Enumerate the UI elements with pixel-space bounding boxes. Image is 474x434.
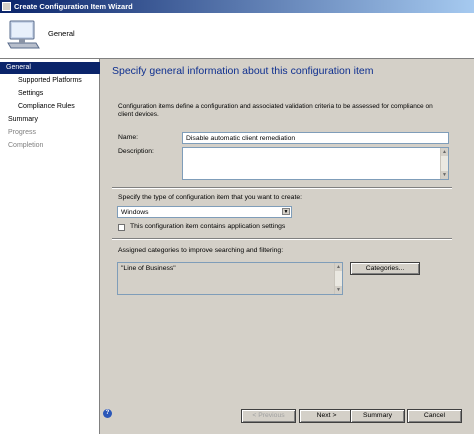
categories-scrollbar[interactable]: ▲ ▼	[334, 263, 342, 294]
scroll-up-icon[interactable]: ▲	[335, 263, 342, 271]
wizard-header: General	[0, 13, 474, 59]
nav-item-general[interactable]: General	[0, 62, 100, 74]
chevron-down-icon[interactable]: ▼	[282, 208, 290, 215]
scroll-down-icon[interactable]: ▼	[335, 286, 342, 294]
nav-item-settings[interactable]: Settings	[0, 88, 100, 100]
description-field[interactable]: ▲ ▼	[182, 147, 449, 180]
divider	[112, 187, 452, 189]
categories-label: Assigned categories to improve searching…	[118, 247, 284, 254]
computer-icon	[7, 20, 40, 49]
scroll-up-icon[interactable]: ▲	[441, 148, 448, 156]
scroll-down-icon[interactable]: ▼	[441, 171, 448, 179]
description-label: Description:	[118, 148, 154, 155]
description-scrollbar[interactable]: ▲ ▼	[440, 148, 448, 179]
type-prompt: Specify the type of configuration item t…	[118, 194, 302, 201]
page-heading: Specify general information about this c…	[112, 65, 374, 77]
name-label: Name:	[118, 134, 139, 141]
summary-button[interactable]: Summary	[350, 409, 405, 423]
category-item: "Line of Business"	[121, 265, 176, 272]
header-title: General	[48, 29, 75, 38]
nav-item-summary[interactable]: Summary	[0, 114, 100, 126]
divider	[112, 238, 452, 240]
cancel-button[interactable]: Cancel	[407, 409, 462, 423]
nav-item-completion: Completion	[8, 142, 44, 149]
wizard-content: Specify general information about this c…	[100, 59, 474, 434]
app-settings-label: This configuration item contains applica…	[130, 223, 286, 230]
nav-item-compliance-rules[interactable]: Compliance Rules	[0, 101, 100, 113]
previous-button[interactable]: < Previous	[241, 409, 296, 423]
app-settings-checkbox[interactable]	[118, 224, 125, 231]
help-icon[interactable]: ?	[103, 409, 112, 418]
type-selected-value: Windows	[121, 209, 149, 216]
next-button[interactable]: Next >	[299, 409, 354, 423]
categories-list[interactable]: "Line of Business" ▲ ▼	[117, 262, 343, 295]
type-dropdown[interactable]: Windows ▼	[117, 206, 292, 218]
categories-button[interactable]: Categories...	[350, 262, 420, 275]
name-field[interactable]: Disable automatic client remediation	[182, 132, 449, 144]
title-bar: Create Configuration Item Wizard	[0, 0, 474, 13]
page-description: Configuration items define a configurati…	[118, 103, 433, 118]
nav-item-progress: Progress	[8, 129, 37, 136]
window-icon	[2, 2, 11, 11]
nav-item-supported-platforms[interactable]: Supported Platforms	[0, 75, 100, 87]
wizard-nav: General Supported Platforms Settings Com…	[0, 59, 100, 434]
window-title: Create Configuration Item Wizard	[14, 2, 133, 11]
